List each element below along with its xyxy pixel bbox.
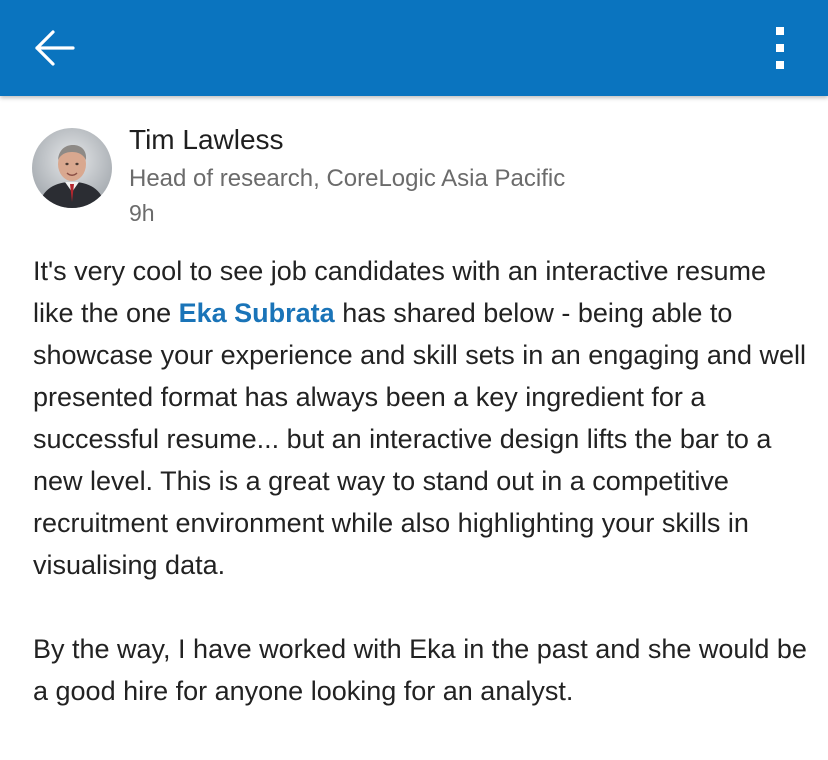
- post-timestamp: 9h: [129, 200, 155, 226]
- more-options-button[interactable]: [760, 20, 800, 76]
- mention-link[interactable]: Eka Subrata: [179, 298, 335, 328]
- author-name[interactable]: Tim Lawless: [129, 124, 284, 156]
- author-headline: Head of research, CoreLogic Asia Pacific: [129, 165, 566, 192]
- post-text-after-mention: has shared below - being able to showcas…: [33, 298, 806, 580]
- post-header: Tim Lawless Head of research, CoreLogic …: [0, 96, 828, 246]
- arrow-left-icon: [35, 30, 75, 66]
- vertical-ellipsis-icon: [776, 27, 784, 69]
- post-body: It's very cool to see job candidates wit…: [33, 250, 813, 712]
- profile-photo: [32, 128, 112, 208]
- post-paragraph-2: By the way, I have worked with Eka in th…: [33, 634, 807, 706]
- avatar[interactable]: [32, 128, 112, 208]
- post-paragraph-1: It's very cool to see job candidates wit…: [33, 250, 813, 586]
- app-bar: [0, 0, 828, 96]
- back-button[interactable]: [26, 22, 82, 74]
